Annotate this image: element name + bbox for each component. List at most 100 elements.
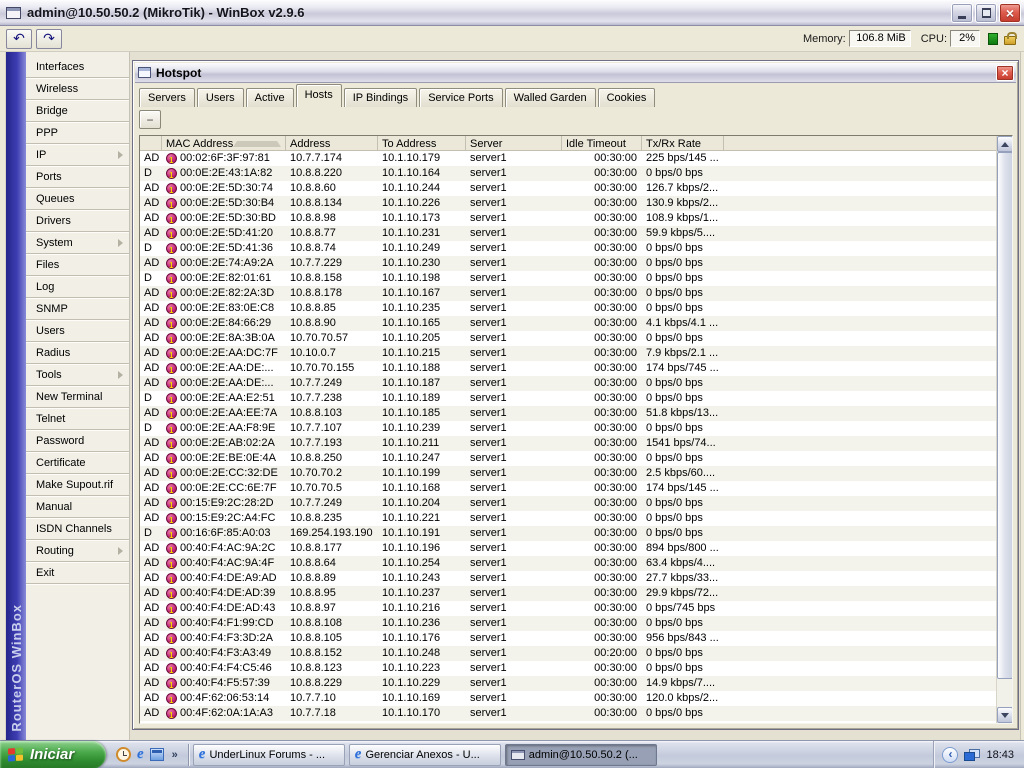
tab-service-ports[interactable]: Service Ports: [419, 88, 503, 107]
tab-users[interactable]: Users: [196, 88, 244, 107]
column-header-server[interactable]: Server: [466, 136, 562, 151]
table-row[interactable]: AD 00:0E:2E:5D:41:20 10.8.8.77 10.1.10.231 s…: [140, 226, 996, 241]
sidebar-item-ppp[interactable]: PPP: [26, 122, 129, 144]
table-row[interactable]: D 00:0E:2E:AA:F8:9E 10.7.7.107 10.1.10.239 s…: [140, 421, 996, 436]
table-row[interactable]: AD 00:40:F4:F3:A3:49 10.8.8.152 10.1.10.248…: [140, 646, 996, 661]
sidebar-item-exit[interactable]: Exit: [26, 562, 129, 584]
table-row[interactable]: D 00:0E:2E:5D:41:36 10.8.8.74 10.1.10.249 se…: [140, 241, 996, 256]
tab-servers[interactable]: Servers: [139, 88, 195, 107]
column-header-mac-address[interactable]: MAC Address: [162, 136, 286, 151]
table-row[interactable]: AD 00:4F:62:0A:1A:A3 10.7.7.18 10.1.10.170 s…: [140, 706, 996, 721]
tab-active[interactable]: Active: [245, 88, 294, 107]
start-button[interactable]: Iniciar: [0, 740, 106, 768]
table-row[interactable]: AD 00:0E:2E:AA:DC:7F 10.10.0.7 10.1.10.215 s…: [140, 346, 996, 361]
close-button[interactable]: ×: [999, 2, 1021, 23]
sidebar-item-manual[interactable]: Manual: [26, 496, 129, 518]
table-row[interactable]: AD 00:0E:2E:5D:30:BD 10.8.8.98 10.1.10.173 s…: [140, 211, 996, 226]
sidebar-item-make-supout-rif[interactable]: Make Supout.rif: [26, 474, 129, 496]
messenger-icon[interactable]: [149, 748, 164, 761]
table-row[interactable]: AD 00:4F:62:06:53:14 10.7.7.10 10.1.10.169 s…: [140, 691, 996, 706]
undo-button[interactable]: ↶: [6, 28, 32, 49]
table-row[interactable]: AD 00:0E:2E:5D:30:74 10.8.8.60 10.1.10.244 s…: [140, 181, 996, 196]
table-row[interactable]: D 00:0E:2E:AA:E2:51 10.7.7.238 10.1.10.189 s…: [140, 391, 996, 406]
remove-button[interactable]: −: [139, 110, 161, 129]
sidebar-item-system[interactable]: System: [26, 232, 129, 254]
internet-explorer-icon[interactable]: e: [137, 747, 144, 762]
tray-collapse-icon[interactable]: ‹: [942, 746, 959, 763]
column-header-flags[interactable]: [140, 136, 162, 151]
restore-button[interactable]: [975, 2, 997, 23]
sidebar-item-isdn-channels[interactable]: ISDN Channels: [26, 518, 129, 540]
tab-ip-bindings[interactable]: IP Bindings: [343, 88, 418, 107]
sidebar-item-radius[interactable]: Radius: [26, 342, 129, 364]
table-row[interactable]: AD 00:15:E9:2C:A4:FC 10.8.8.235 10.1.10.221…: [140, 511, 996, 526]
scroll-up-button[interactable]: [997, 136, 1012, 152]
table-row[interactable]: AD 00:40:F4:AC:9A:4F 10.8.8.64 10.1.10.254 s…: [140, 556, 996, 571]
minimize-button[interactable]: [951, 2, 973, 23]
sidebar-item-telnet[interactable]: Telnet: [26, 408, 129, 430]
table-row[interactable]: AD 00:0E:2E:74:A9:2A 10.7.7.229 10.1.10.230…: [140, 256, 996, 271]
sidebar-item-wireless[interactable]: Wireless: [26, 78, 129, 100]
table-row[interactable]: AD 00:02:6F:3F:97:81 10.7.7.174 10.1.10.179…: [140, 151, 996, 166]
hotspot-close-button[interactable]: ×: [996, 64, 1014, 81]
sidebar-item-ip[interactable]: IP: [26, 144, 129, 166]
vertical-scrollbar[interactable]: [996, 136, 1012, 723]
table-row[interactable]: AD 00:0E:2E:83:0E:C8 10.8.8.85 10.1.10.235 s…: [140, 301, 996, 316]
table-row[interactable]: AD 00:0E:2E:AA:EE:7A 10.8.8.103 10.1.10.185…: [140, 406, 996, 421]
table-row[interactable]: AD 00:0E:2E:5D:30:B4 10.8.8.134 10.1.10.226…: [140, 196, 996, 211]
sidebar-item-queues[interactable]: Queues: [26, 188, 129, 210]
sidebar-item-password[interactable]: Password: [26, 430, 129, 452]
table-row[interactable]: AD 00:40:F4:DE:AD:43 10.8.8.97 10.1.10.216 s…: [140, 601, 996, 616]
tab-walled-garden[interactable]: Walled Garden: [504, 88, 596, 107]
table-row[interactable]: AD 00:0E:2E:84:66:29 10.8.8.90 10.1.10.165 s…: [140, 316, 996, 331]
table-row[interactable]: D 00:0E:2E:82:01:61 10.8.8.158 10.1.10.198 s…: [140, 271, 996, 286]
column-header-to-address[interactable]: To Address: [378, 136, 466, 151]
sidebar-item-tools[interactable]: Tools: [26, 364, 129, 386]
sidebar-item-drivers[interactable]: Drivers: [26, 210, 129, 232]
taskbar-button-underlinux-forums[interactable]: e UnderLinux Forums - ...: [192, 743, 345, 766]
window-titlebar[interactable]: admin@10.50.50.2 (MikroTik) - WinBox v2.…: [0, 0, 1024, 26]
taskbar-button-admin-10-50-50-2[interactable]: admin@10.50.50.2 (...: [504, 743, 657, 766]
table-row[interactable]: D 00:0E:2E:43:1A:82 10.8.8.220 10.1.10.164 s…: [140, 166, 996, 181]
table-row[interactable]: AD 00:40:F4:F4:C5:46 10.8.8.123 10.1.10.223…: [140, 661, 996, 676]
column-header-idle-timeout[interactable]: Idle Timeout: [562, 136, 642, 151]
table-row[interactable]: AD 00:0E:2E:AB:02:2A 10.7.7.193 10.1.10.211…: [140, 436, 996, 451]
sidebar-item-new-terminal[interactable]: New Terminal: [26, 386, 129, 408]
table-row[interactable]: AD 00:40:F4:F1:99:CD 10.8.8.108 10.1.10.236…: [140, 616, 996, 631]
table-row[interactable]: AD 00:40:F4:F5:57:39 10.8.8.229 10.1.10.229…: [140, 676, 996, 691]
column-header-tx-rx-rate[interactable]: Tx/Rx Rate: [642, 136, 724, 151]
table-row[interactable]: AD 00:40:F4:AC:9A:2C 10.8.8.177 10.1.10.196…: [140, 541, 996, 556]
table-row[interactable]: AD 00:15:E9:2C:28:2D 10.7.7.249 10.1.10.204…: [140, 496, 996, 511]
tab-cookies[interactable]: Cookies: [597, 88, 656, 107]
table-row[interactable]: AD 00:0E:2E:8A:3B:0A 10.70.70.57 10.1.10.20…: [140, 331, 996, 346]
table-row[interactable]: D 00:16:6F:85:A0:03 169.254.193.190 10.1.10…: [140, 526, 996, 541]
table-row[interactable]: AD 00:40:F4:F3:3D:2A 10.8.8.105 10.1.10.176…: [140, 631, 996, 646]
sidebar-item-users[interactable]: Users: [26, 320, 129, 342]
sidebar-item-files[interactable]: Files: [26, 254, 129, 276]
sidebar-item-routing[interactable]: Routing: [26, 540, 129, 562]
column-header-address[interactable]: Address: [286, 136, 378, 151]
tab-hosts[interactable]: Hosts: [295, 84, 342, 107]
table-row[interactable]: AD 00:0E:2E:82:2A:3D 10.8.8.178 10.1.10.167…: [140, 286, 996, 301]
network-tray-icon[interactable]: [964, 748, 981, 761]
sidebar-item-snmp[interactable]: SNMP: [26, 298, 129, 320]
hotspot-titlebar[interactable]: Hotspot ×: [135, 63, 1016, 83]
sidebar-item-interfaces[interactable]: Interfaces: [26, 56, 129, 78]
sidebar-item-bridge[interactable]: Bridge: [26, 100, 129, 122]
table-row[interactable]: AD 00:0E:2E:AA:DE:... 10.70.70.155 10.1.10.…: [140, 361, 996, 376]
sidebar-item-ports[interactable]: Ports: [26, 166, 129, 188]
table-row[interactable]: AD 00:40:F4:DE:A9:AD 10.8.8.89 10.1.10.243 s…: [140, 571, 996, 586]
scrollbar-thumb[interactable]: [997, 152, 1012, 679]
redo-button[interactable]: ↷: [36, 28, 62, 49]
taskbar-button-gerenciar-anexos-u[interactable]: e Gerenciar Anexos - U...: [348, 743, 501, 766]
overflow-chevron-icon[interactable]: »: [172, 749, 178, 761]
sidebar-item-log[interactable]: Log: [26, 276, 129, 298]
table-row[interactable]: AD 00:0E:2E:AA:DE:... 10.7.7.249 10.1.10.18…: [140, 376, 996, 391]
clock-launcher-icon[interactable]: [116, 747, 131, 762]
table-row[interactable]: AD 00:40:F4:DE:AD:39 10.8.8.95 10.1.10.237 s…: [140, 586, 996, 601]
sidebar-item-certificate[interactable]: Certificate: [26, 452, 129, 474]
table-row[interactable]: AD 00:0E:2E:CC:32:DE 10.70.70.2 10.1.10.199…: [140, 466, 996, 481]
scroll-down-button[interactable]: [997, 707, 1012, 723]
table-row[interactable]: AD 00:0E:2E:CC:6E:7F 10.70.70.5 10.1.10.168…: [140, 481, 996, 496]
table-row[interactable]: AD 00:0E:2E:BE:0E:4A 10.8.8.250 10.1.10.247…: [140, 451, 996, 466]
